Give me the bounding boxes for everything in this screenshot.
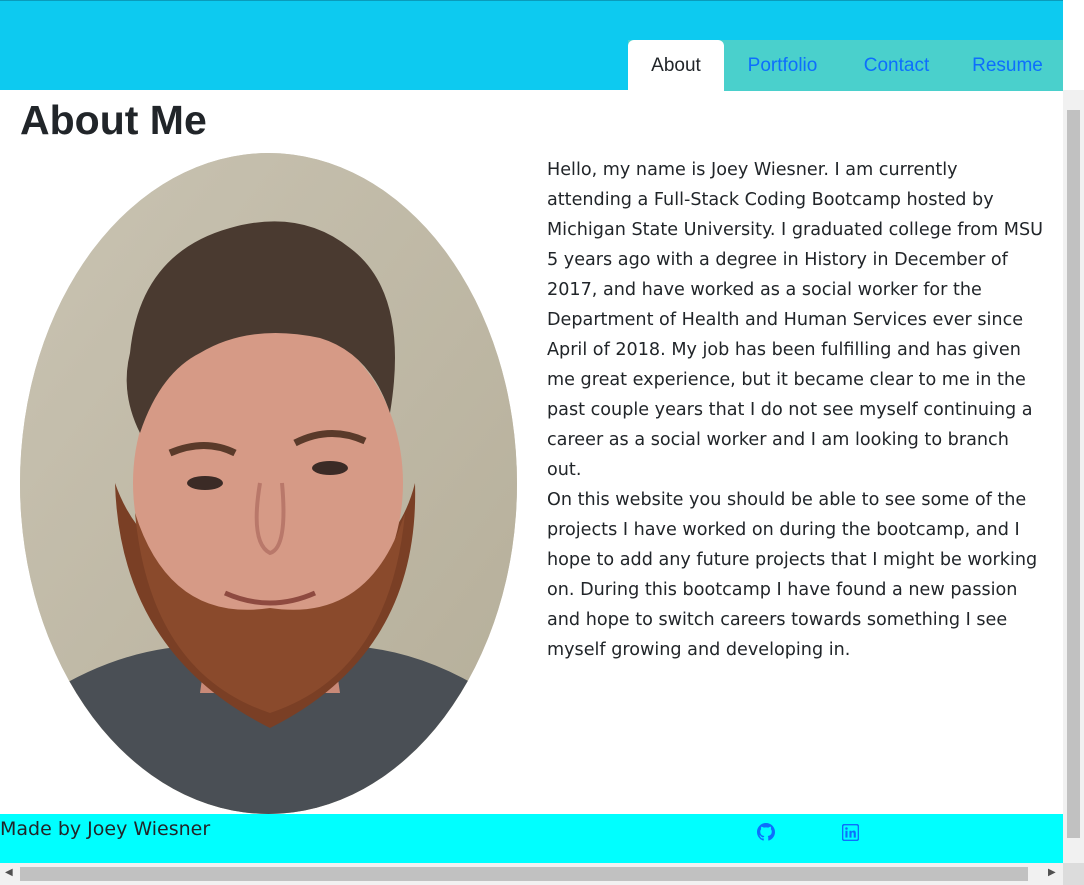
tab-portfolio[interactable]: Portfolio [724, 40, 841, 91]
bio-paragraph: On this website you should be able to se… [547, 490, 1038, 660]
vertical-scrollbar[interactable] [1063, 90, 1084, 863]
github-icon[interactable] [756, 822, 776, 842]
linkedin-icon[interactable] [840, 822, 860, 842]
horizontal-scrollbar[interactable]: ◀ ▶ [0, 863, 1063, 885]
scroll-left-icon[interactable]: ◀ [5, 867, 13, 878]
scrollbar-corner [1063, 863, 1084, 885]
profile-photo [20, 153, 517, 814]
bio-paragraph: Hello, my name is Joey Wiesner. I am cur… [547, 160, 1043, 480]
scroll-right-icon[interactable]: ▶ [1048, 867, 1056, 878]
tab-resume[interactable]: Resume [952, 40, 1063, 91]
site-header: About Portfolio Contact Resume [0, 0, 1063, 91]
tab-about[interactable]: About [628, 40, 724, 91]
horizontal-scroll-thumb[interactable] [20, 867, 1028, 881]
page-title: About Me [20, 97, 207, 143]
site-footer: Made by Joey Wiesner [0, 814, 1063, 863]
footer-credit: Made by Joey Wiesner [0, 818, 211, 840]
tab-contact[interactable]: Contact [841, 40, 952, 91]
nav-tabs: About Portfolio Contact Resume [628, 40, 1063, 91]
bio-text: Hello, my name is Joey Wiesner. I am cur… [547, 155, 1044, 665]
vertical-scroll-thumb[interactable] [1067, 110, 1080, 838]
